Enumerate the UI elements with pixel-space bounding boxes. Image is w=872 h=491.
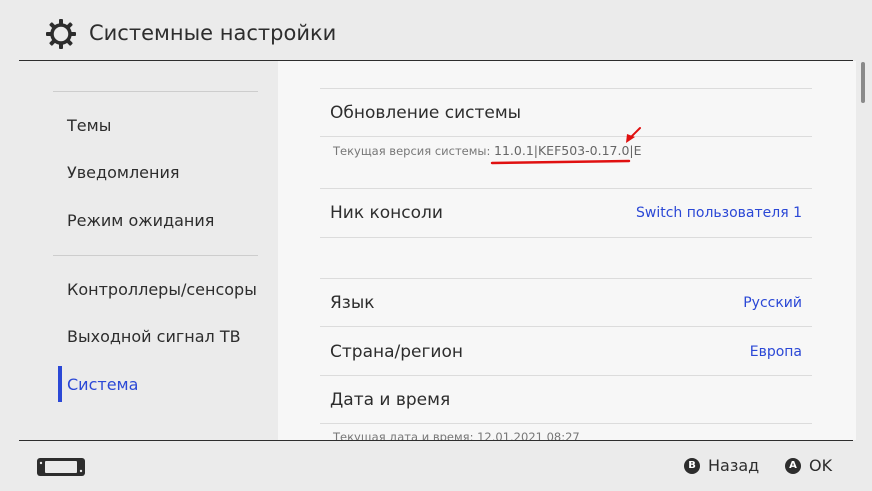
row-divider — [320, 237, 812, 238]
scrollbar[interactable] — [861, 62, 865, 103]
language-value: Русский — [743, 295, 802, 311]
row-divider — [320, 375, 812, 376]
gear-icon — [46, 19, 76, 49]
sidebar: amiibo Темы Уведомления Режим ожидания К… — [0, 61, 278, 440]
row-divider — [320, 278, 812, 279]
system-version-prefix: Текущая версия системы: — [333, 144, 491, 158]
console-nickname-value: Switch пользователя 1 — [636, 205, 802, 221]
back-button[interactable]: Назад — [708, 456, 759, 475]
footer: B Назад A OK — [0, 441, 872, 491]
system-version-value: 11.0.1|KEF503-0.17.0|E — [494, 143, 642, 158]
datetime-label: Дата и время — [330, 390, 451, 410]
language-label: Язык — [330, 293, 375, 313]
region-value: Европа — [749, 344, 802, 360]
console-nickname-label: Ник консоли — [330, 203, 443, 223]
active-indicator — [58, 366, 62, 402]
a-button-icon[interactable]: A — [785, 458, 801, 474]
settings-panel: Обновление системы Текущая версия систем… — [278, 61, 856, 440]
system-version-text: Текущая версия системы: 11.0.1|KEF503-0.… — [333, 143, 642, 158]
sidebar-item-tv-output[interactable]: Выходной сигнал ТВ — [67, 326, 241, 348]
row-divider — [320, 423, 812, 424]
row-divider — [320, 88, 812, 89]
row-divider — [320, 136, 812, 137]
row-divider — [320, 326, 812, 327]
system-update-label: Обновление системы — [330, 103, 522, 123]
ok-button[interactable]: OK — [809, 456, 832, 475]
datetime-sub: Текущая дата и время: 12.01.2021 08:27 — [333, 430, 580, 440]
b-button-icon[interactable]: B — [684, 458, 700, 474]
row-divider — [320, 188, 812, 189]
console-icon — [37, 458, 85, 476]
sidebar-item-sleep-mode[interactable]: Режим ожидания — [67, 210, 214, 232]
sidebar-item-controllers[interactable]: Контроллеры/сенсоры — [67, 279, 257, 301]
header: Системные настройки — [0, 0, 872, 60]
region-label: Страна/регион — [330, 342, 463, 362]
page-title: Системные настройки — [89, 21, 337, 45]
sidebar-item-themes[interactable]: Темы — [67, 115, 111, 137]
sidebar-item-system[interactable]: Система — [67, 374, 138, 396]
sidebar-divider — [53, 255, 258, 256]
sidebar-item-amiibo[interactable]: amiibo — [67, 61, 118, 65]
sidebar-item-notifications[interactable]: Уведомления — [67, 162, 180, 184]
sidebar-divider — [53, 91, 258, 92]
